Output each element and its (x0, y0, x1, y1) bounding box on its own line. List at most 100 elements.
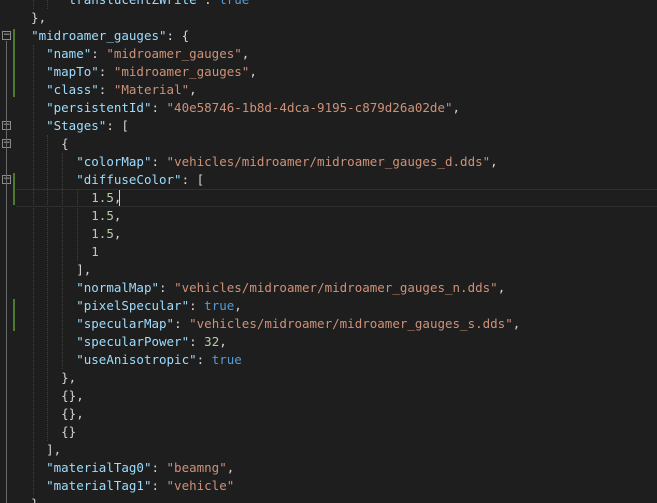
json-punctuation: ], (16, 262, 92, 277)
code-line[interactable]: 1 (16, 243, 99, 261)
json-punctuation (16, 100, 46, 115)
json-punctuation (16, 226, 91, 241)
json-punctuation (16, 352, 76, 367)
json-number: 1 (91, 244, 99, 259)
json-punctuation: , (452, 100, 461, 115)
change-marker (13, 29, 15, 97)
json-punctuation (16, 118, 46, 133)
code-line[interactable]: "mapTo": "midroamer_gauges", (16, 63, 257, 81)
code-line[interactable]: 1.5, (16, 207, 121, 225)
json-key: "specularPower" (76, 334, 190, 349)
json-punctuation: , (189, 82, 197, 97)
json-punctuation (16, 46, 46, 61)
json-punctuation: : (98, 64, 114, 79)
json-punctuation (16, 478, 46, 493)
json-punctuation: { (16, 136, 69, 151)
json-key: "midroamer_gauges" (31, 28, 167, 43)
code-line[interactable]: "colorMap": "vehicles/midroamer/midroame… (16, 153, 498, 171)
code-line[interactable]: "pixelSpecular": true, (16, 297, 242, 315)
json-punctuation: , (113, 226, 122, 241)
json-punctuation: : [ (106, 118, 129, 133)
code-line[interactable]: { (16, 135, 69, 153)
code-line[interactable]: "specularPower": 32, (16, 333, 227, 351)
code-line[interactable]: "diffuseColor": [ (16, 171, 204, 189)
code-line[interactable]: "persistentId": "40e58746-1b8d-4dca-9195… (16, 99, 460, 117)
code-line[interactable]: }, (16, 369, 76, 387)
change-marker (13, 173, 15, 205)
json-punctuation: : [ (181, 172, 205, 187)
json-keyword: true (204, 298, 235, 313)
code-line[interactable]: {}, (16, 387, 84, 405)
json-punctuation: , (490, 154, 498, 169)
json-punctuation: : (98, 82, 114, 97)
json-punctuation (16, 172, 76, 187)
json-punctuation: ], (16, 442, 62, 457)
json-punctuation (16, 298, 76, 313)
json-punctuation (16, 316, 76, 331)
json-punctuation: , (219, 334, 227, 349)
json-punctuation (16, 82, 46, 97)
json-string: "vehicles/midroamer/midroamer_gauges_s.d… (189, 316, 513, 331)
code-line[interactable]: "midroamer_gauges": { (16, 27, 189, 45)
json-keyword: true (219, 0, 249, 7)
json-punctuation: , (113, 208, 122, 223)
code-line[interactable]: "specularMap": "vehicles/midroamer/midro… (16, 315, 520, 333)
code-line[interactable]: {} (16, 423, 76, 441)
code-line[interactable]: "normalMap": "vehicles/midroamer/midroam… (16, 279, 505, 297)
code-line[interactable]: 1.5, (16, 225, 121, 243)
json-punctuation: : (189, 298, 205, 313)
json-punctuation: , (512, 316, 521, 331)
json-string: "midroamer_gauges" (113, 64, 250, 79)
json-key: "specularMap" (76, 316, 175, 331)
json-punctuation: : { (166, 28, 190, 43)
json-punctuation: , (241, 46, 250, 61)
code-line[interactable]: ], (16, 261, 91, 279)
json-punctuation (16, 28, 31, 43)
text-caret (119, 190, 121, 206)
fold-range-bar (6, 41, 7, 503)
json-punctuation: }, (16, 10, 47, 25)
code-line[interactable]: "name": "midroamer_gauges", (16, 45, 249, 63)
json-punctuation (16, 154, 76, 169)
json-punctuation (16, 0, 61, 7)
fold-toggle-icon[interactable]: − (2, 31, 11, 40)
json-key: "useAnisotropic" (76, 352, 197, 367)
code-editor[interactable]: "translucentZWrite": true }, "midroamer_… (0, 0, 657, 503)
json-punctuation: : (151, 460, 167, 475)
json-key: "materialTag0" (46, 460, 152, 475)
code-line[interactable]: {}, (16, 405, 84, 423)
json-punctuation: : (174, 316, 190, 331)
json-punctuation: : (204, 0, 219, 7)
code-line[interactable]: "Stages": [ (16, 117, 129, 135)
code-line[interactable]: }, (16, 495, 46, 503)
code-line[interactable]: }, (16, 9, 46, 27)
json-key: "pixelSpecular" (76, 298, 190, 313)
change-marker (13, 299, 15, 331)
json-string: "vehicles/midroamer/midroamer_gauges_d.d… (166, 154, 491, 169)
json-key: "normalMap" (76, 280, 160, 295)
json-punctuation (16, 280, 76, 295)
json-punctuation: : (151, 154, 167, 169)
json-number: 32 (204, 334, 220, 349)
json-punctuation: : (151, 100, 167, 115)
json-punctuation: , (249, 64, 257, 79)
json-string: "beamng" (166, 460, 227, 475)
code-line[interactable]: "materialTag1": "vehicle" (16, 477, 234, 495)
json-key: "translucentZWrite" (61, 0, 204, 7)
code-line[interactable]: "materialTag0": "beamng", (16, 459, 234, 477)
json-punctuation: }, (16, 370, 77, 385)
code-line[interactable]: "useAnisotropic": true (16, 351, 242, 369)
json-punctuation: , (497, 280, 506, 295)
json-key: "mapTo" (46, 64, 99, 79)
code-line[interactable]: "class": "Material", (16, 81, 197, 99)
json-punctuation (16, 334, 76, 349)
code-line[interactable]: "translucentZWrite": true (16, 0, 249, 9)
json-string: "midroamer_gauges" (106, 46, 242, 61)
json-punctuation: : (91, 46, 107, 61)
json-punctuation: , (226, 460, 235, 475)
json-key: "name" (46, 46, 92, 61)
code-line[interactable]: ], (16, 441, 61, 459)
json-key: "class" (46, 82, 99, 97)
json-punctuation: : (159, 280, 175, 295)
json-punctuation: {}, (16, 388, 84, 403)
